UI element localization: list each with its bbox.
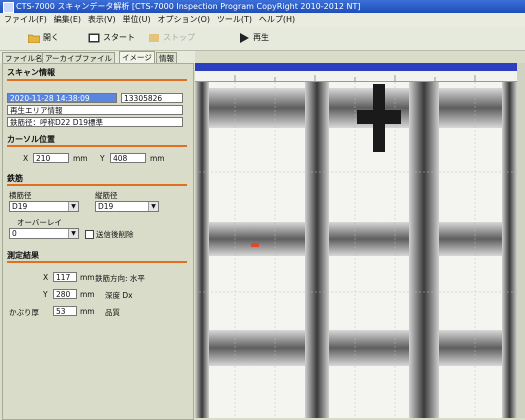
menu-unit[interactable]: 単位(U) [122, 15, 150, 24]
window-title: CTS-7000 スキャンデータ解析 [CTS-7000 Inspection … [16, 2, 361, 11]
menu-tools[interactable]: ツール(T) [217, 15, 252, 24]
menu-help[interactable]: ヘルプ(H) [259, 15, 295, 24]
cursor-y-unit: mm [150, 154, 165, 163]
scan-rebar-field[interactable]: 鉄筋径：呼称D22 D19標準 [7, 117, 183, 127]
section-divider [7, 261, 187, 263]
horizontal-rebar-label: 縦筋径 [95, 191, 118, 200]
stop-button[interactable]: ストップ [148, 31, 195, 45]
rebar-header: 鉄筋 [7, 174, 23, 183]
cover-depth-label: かぶり厚 [9, 308, 39, 317]
app-icon [3, 2, 14, 13]
chevron-down-icon[interactable]: ▼ [68, 202, 78, 211]
menu-file[interactable]: ファイル(F) [4, 15, 47, 24]
vertical-rebar-value: D19 [12, 202, 28, 211]
section-divider [7, 145, 187, 147]
vertical-rebar-label: 横筋径 [9, 191, 32, 200]
menu-view[interactable]: 表示(V) [88, 15, 116, 24]
stop-icon [149, 34, 159, 42]
start-button[interactable]: スタート [88, 31, 135, 45]
stop-label: ストップ [163, 33, 195, 42]
results-header: 測定結果 [7, 251, 39, 260]
vertical-rebar-select[interactable]: D19 ▼ [9, 201, 79, 212]
cursor-y-label: Y [100, 154, 105, 163]
vertical-scrollbar[interactable] [517, 63, 525, 418]
delete-after-send-checkbox[interactable] [85, 230, 94, 239]
play-icon [240, 33, 249, 43]
scan-id-field[interactable]: 13305826 [121, 93, 183, 103]
cursor-x-unit: mm [73, 154, 88, 163]
play-button[interactable]: 再生 [238, 31, 269, 45]
cursor-header: カーソル位置 [7, 135, 55, 144]
scan-info-header: スキャン情報 [7, 68, 55, 77]
cursor-x-field[interactable]: 210 [33, 153, 69, 163]
overlay-label: オーバーレイ [17, 218, 62, 227]
open-button[interactable]: 開く [28, 31, 59, 45]
cover-depth-note: 品質 [105, 308, 120, 317]
horizontal-rebar-select[interactable]: D19 ▼ [95, 201, 159, 212]
result-y-unit: mm [80, 290, 95, 299]
result-y-field[interactable]: 280 [53, 289, 77, 299]
result-x-field[interactable]: 117 [53, 272, 77, 282]
cover-depth-field[interactable]: 53 [53, 306, 77, 316]
result-y-label: Y [43, 290, 48, 299]
chevron-down-icon[interactable]: ▼ [68, 229, 78, 238]
cursor-x-label: X [23, 154, 29, 163]
left-panel: スキャン情報 2020-11-28 14:38:09 13305826 再生エリ… [2, 63, 194, 420]
scan-area-field[interactable]: 再生エリア情報 [7, 105, 183, 115]
tab-strip: ファイル名 アーカイブファイル イメージ 情報 [0, 51, 195, 64]
toolbar: 開く スタート ストップ 再生 [0, 26, 525, 51]
result-x-note: 鉄筋方向: 水平 [95, 274, 145, 283]
cursor-y-field[interactable]: 408 [110, 153, 146, 163]
start-label: スタート [103, 33, 135, 42]
cover-depth-unit: mm [80, 307, 95, 316]
section-divider [7, 184, 187, 186]
cursor-marker [251, 243, 259, 247]
horizontal-ruler [195, 71, 517, 82]
overlay-value: 0 [12, 229, 17, 238]
menu-bar: ファイル(F) 編集(E) 表示(V) 単位(U) オプション(O) ツール(T… [0, 13, 525, 26]
folder-icon [28, 34, 40, 43]
play-label: 再生 [253, 33, 269, 42]
result-y-note: 深度 Dx [105, 291, 133, 300]
section-divider [7, 79, 187, 81]
open-label: 開く [43, 33, 59, 42]
scan-datetime-field[interactable]: 2020-11-28 14:38:09 [7, 93, 117, 103]
horizontal-rebar-value: D19 [98, 202, 114, 211]
delete-after-send-label: 送信後削除 [96, 230, 134, 239]
title-bar[interactable]: CTS-7000 スキャンデータ解析 [CTS-7000 Inspection … [0, 0, 525, 13]
rebar-scan-image[interactable] [195, 82, 517, 418]
overlay-select[interactable]: 0 ▼ [9, 228, 79, 239]
scan-view [195, 63, 517, 418]
result-x-label: X [43, 273, 49, 282]
image-header-bar [195, 63, 517, 71]
chevron-down-icon[interactable]: ▼ [148, 202, 158, 211]
start-icon [88, 33, 100, 43]
result-x-unit: mm [80, 273, 95, 282]
menu-edit[interactable]: 編集(E) [54, 15, 81, 24]
menu-options[interactable]: オプション(O) [157, 15, 210, 24]
